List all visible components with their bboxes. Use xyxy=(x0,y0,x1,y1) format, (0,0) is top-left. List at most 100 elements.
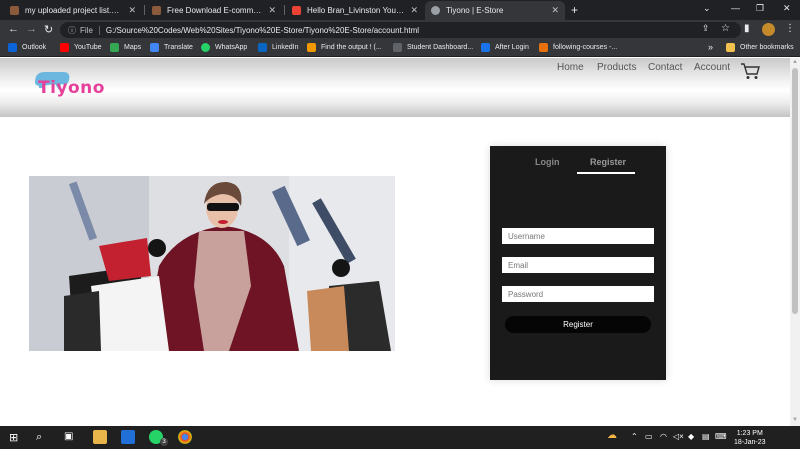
battery-icon[interactable]: ▭ xyxy=(645,432,653,441)
tab-close-icon[interactable]: ✕ xyxy=(410,5,418,16)
tray-overflow-icon[interactable]: ⌃ xyxy=(631,432,638,441)
youtube-icon xyxy=(60,43,69,52)
dashboard-icon xyxy=(393,43,402,52)
slack-icon xyxy=(539,43,548,52)
tab-separator xyxy=(284,5,285,15)
bookmark-whatsapp[interactable]: WhatsApp xyxy=(201,43,247,52)
url-text[interactable]: G:/Source%20Codes/Web%20Sites/Tiyono%20E… xyxy=(106,26,419,35)
web-page: Tiyono Home Products Contact Account Log… xyxy=(0,58,790,426)
meet-icon[interactable]: ▤ xyxy=(702,432,710,441)
page-scrollbar[interactable]: ▲ ▼ xyxy=(790,58,800,426)
minimize-button[interactable]: — xyxy=(731,3,740,13)
bookmark-student-dashboard[interactable]: Student Dashboard... xyxy=(393,43,473,52)
url-scheme-label: File xyxy=(80,25,100,35)
forward-arrow-icon[interactable]: → xyxy=(26,23,37,35)
tab-separator xyxy=(144,5,145,15)
new-tab-button[interactable]: + xyxy=(571,3,578,17)
chrome-icon[interactable] xyxy=(178,430,192,444)
other-bookmarks[interactable]: Other bookmarks xyxy=(726,43,794,52)
logo-text: Tiyono xyxy=(38,78,105,98)
register-tab[interactable]: Register xyxy=(590,157,626,167)
security-app-icon[interactable] xyxy=(121,430,135,444)
linkedin-icon xyxy=(258,43,267,52)
volume-icon[interactable]: ◁× xyxy=(673,432,684,441)
hero-shopping-image xyxy=(29,176,395,351)
nav-products-link[interactable]: Products xyxy=(597,62,636,73)
nav-home-link[interactable]: Home xyxy=(557,62,584,73)
clock-date: 18-Jan-23 xyxy=(734,439,766,446)
tab-close-icon[interactable]: ✕ xyxy=(551,5,559,16)
maximize-button[interactable]: ❐ xyxy=(756,3,764,14)
username-field[interactable] xyxy=(502,228,654,244)
taskbar-clock[interactable]: 1:23 PM 18-Jan-23 xyxy=(734,429,766,447)
translate-icon xyxy=(150,43,159,52)
tab-close-icon[interactable]: ✕ xyxy=(128,5,136,16)
info-icon[interactable]: ⓘ xyxy=(68,25,76,36)
address-bar[interactable]: ⓘ File G:/Source%20Codes/Web%20Sites/Tiy… xyxy=(60,22,741,38)
tab-title: Hello Bran_Livinston Your kaship xyxy=(307,6,405,15)
tab-close-icon[interactable]: ✕ xyxy=(268,5,276,16)
email-field[interactable] xyxy=(502,257,654,273)
nav-contact-link[interactable]: Contact xyxy=(648,62,682,73)
tab-title: Tiyono | E-Store xyxy=(446,6,504,15)
share-icon[interactable]: ⇪ xyxy=(702,23,710,34)
menu-dots-icon[interactable]: ⋮ xyxy=(785,23,795,34)
site-header: Tiyono Home Products Contact Account xyxy=(0,58,790,117)
browser-tab-gmail[interactable]: Hello Bran_Livinston Your kaship ✕ xyxy=(286,1,424,20)
task-view-icon[interactable]: ▣ xyxy=(64,431,73,442)
defender-icon[interactable]: ◆ xyxy=(688,432,694,441)
tab-title: Free Download E-commerce Web xyxy=(167,6,262,15)
clock-time: 1:23 PM xyxy=(736,430,763,437)
bookmark-maps[interactable]: Maps xyxy=(110,43,141,52)
window-close-button[interactable]: ✕ xyxy=(783,3,791,14)
maps-icon xyxy=(110,43,119,52)
browser-tab-strip: my uploaded project list.downlo ✕ Free D… xyxy=(0,0,800,20)
bookmark-star-icon[interactable]: ☆ xyxy=(721,23,730,34)
account-form-panel: Login Register Register xyxy=(490,146,666,380)
scroll-down-arrow-icon[interactable]: ▼ xyxy=(792,417,798,423)
side-panel-icon[interactable]: ▮ xyxy=(744,23,750,34)
tab-favicon-icon xyxy=(152,6,161,15)
bookmark-find-output[interactable]: Find the output ! (... xyxy=(307,43,382,52)
code-icon xyxy=(307,43,316,52)
bookmark-following-courses[interactable]: following-courses -... xyxy=(539,43,617,52)
weather-icon[interactable]: ☁ xyxy=(607,430,617,441)
bookmark-after-login[interactable]: After Login xyxy=(481,43,529,52)
search-icon[interactable]: ⌕ xyxy=(36,431,42,444)
outlook-icon xyxy=(8,43,17,52)
bookmark-outlook[interactable]: Outlook xyxy=(8,43,46,52)
bookmarks-bar: Outlook YouTube Maps Translate WhatsApp … xyxy=(0,40,800,57)
password-field[interactable] xyxy=(502,286,654,302)
w-logo-icon xyxy=(481,43,490,52)
gmail-icon xyxy=(292,6,301,15)
scroll-up-arrow-icon[interactable]: ▲ xyxy=(792,59,798,65)
file-explorer-icon[interactable] xyxy=(93,430,107,444)
whatsapp-badge: 3 xyxy=(160,438,168,446)
browser-tab-project-list[interactable]: my uploaded project list.downlo ✕ xyxy=(4,1,142,20)
reload-icon[interactable]: ↻ xyxy=(44,23,53,36)
bookmark-translate[interactable]: Translate xyxy=(150,43,193,52)
browser-tab-free-download[interactable]: Free Download E-commerce Web ✕ xyxy=(146,1,282,20)
tab-search-icon[interactable]: ⌄ xyxy=(703,3,711,14)
browser-tab-tiyono[interactable]: Tiyono | E-Store ✕ xyxy=(425,1,565,20)
bookmark-linkedin[interactable]: LinkedIn xyxy=(258,43,298,52)
whatsapp-icon xyxy=(201,43,210,52)
login-tab[interactable]: Login xyxy=(535,157,560,167)
wifi-icon[interactable]: ◠ xyxy=(660,432,667,441)
windows-start-icon[interactable]: ⊞ xyxy=(9,431,18,444)
scrollbar-thumb[interactable] xyxy=(792,68,798,314)
active-tab-indicator xyxy=(577,172,635,174)
bookmark-youtube[interactable]: YouTube xyxy=(60,43,102,52)
tab-favicon-icon xyxy=(10,6,19,15)
back-arrow-icon[interactable]: ← xyxy=(8,23,19,35)
bookmarks-overflow-icon[interactable]: » xyxy=(708,42,713,52)
cart-icon[interactable] xyxy=(740,62,760,80)
tab-title: my uploaded project list.downlo xyxy=(25,6,122,15)
folder-icon xyxy=(726,43,735,52)
profile-avatar-icon[interactable] xyxy=(762,23,775,36)
windows-taskbar: ⊞ ⌕ ▣ 3 ☁ ⌃ ▭ ◠ ◁× ◆ ▤ ⌨ 1:23 PM 18-Jan-… xyxy=(0,426,800,449)
nav-account-link[interactable]: Account xyxy=(694,62,730,73)
keyboard-icon[interactable]: ⌨ xyxy=(715,432,727,441)
register-button[interactable]: Register xyxy=(505,316,651,333)
globe-icon xyxy=(431,6,440,15)
